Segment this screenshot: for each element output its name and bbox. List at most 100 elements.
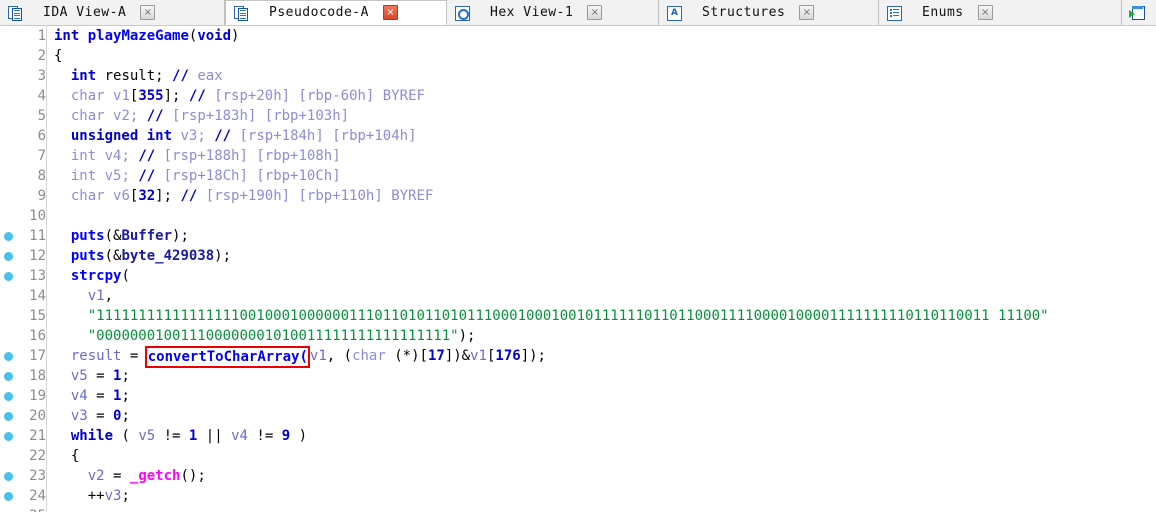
- code-text[interactable]: v5 = 1;: [46, 366, 130, 386]
- line-number: 13: [29, 268, 46, 284]
- code-text[interactable]: strcpy(: [46, 266, 130, 286]
- code-line[interactable]: 4 char v1[355]; // [rsp+20h] [rbp-60h] B…: [0, 86, 1156, 106]
- line-number: 14: [29, 288, 46, 304]
- code-line[interactable]: 7 int v4; // [rsp+188h] [rbp+108h]: [0, 146, 1156, 166]
- code-line[interactable]: 5 char v2; // [rsp+183h] [rbp+103h]: [0, 106, 1156, 126]
- line-number: 3: [37, 68, 46, 84]
- code-text[interactable]: puts(&byte_429038);: [46, 246, 231, 266]
- tab-label: Pseudocode-A: [269, 5, 369, 20]
- tab-pseudocode-a[interactable]: Pseudocode-A ×: [225, 0, 447, 25]
- tab-label: Structures: [702, 5, 786, 20]
- binary-string-2: 0000000100111000000010100111111111111111…: [96, 328, 451, 344]
- structures-icon: A: [666, 5, 682, 21]
- tab-hex-view-1[interactable]: Hex View-1 ×: [447, 0, 659, 25]
- line-number: 10: [29, 208, 46, 224]
- tab-close-button[interactable]: ×: [140, 5, 156, 20]
- code-line[interactable]: 6 unsigned int v3; // [rsp+184h] [rbp+10…: [0, 126, 1156, 146]
- code-line[interactable]: 17 result = convertToCharArray(v1, (char…: [0, 346, 1156, 368]
- line-number: 17: [29, 348, 46, 364]
- line-number: 4: [37, 88, 46, 104]
- line-number: 21: [29, 428, 46, 444]
- code-line[interactable]: 13 strcpy(: [0, 266, 1156, 286]
- code-line[interactable]: 2 {: [0, 46, 1156, 66]
- code-line[interactable]: 9 char v6[32]; // [rsp+190h] [rbp+110h] …: [0, 186, 1156, 206]
- tab-label: IDA View-A: [43, 5, 127, 20]
- view-tab-bar[interactable]: IDA View-A × Pseudocode-A × Hex View-1 ×…: [0, 0, 1156, 26]
- code-line[interactable]: 19 v4 = 1;: [0, 386, 1156, 406]
- line-number: 16: [29, 328, 46, 344]
- line-number: 11: [29, 228, 46, 244]
- line-number: 19: [29, 388, 46, 404]
- line-number: 7: [37, 148, 46, 164]
- code-line[interactable]: 11 puts(&Buffer);: [0, 226, 1156, 246]
- code-text[interactable]: puts(&Buffer);: [46, 226, 189, 246]
- code-text[interactable]: [46, 206, 62, 226]
- line-number: 8: [37, 168, 46, 184]
- line-number: 9: [37, 188, 46, 204]
- code-line[interactable]: 10: [0, 206, 1156, 226]
- exports-icon[interactable]: [1128, 5, 1145, 21]
- line-number: 24: [29, 488, 46, 504]
- code-line[interactable]: 15 "111111111111111110010001000000111011…: [0, 306, 1156, 326]
- code-line[interactable]: 18 v5 = 1;: [0, 366, 1156, 386]
- highlighted-token[interactable]: convertToCharArray(: [144, 346, 310, 368]
- code-line[interactable]: 24 ++v3;: [0, 486, 1156, 506]
- line-number: 23: [29, 468, 46, 484]
- code-text[interactable]: v3 = 0;: [46, 406, 130, 426]
- code-text[interactable]: {: [46, 446, 79, 466]
- hex-circle-icon: [454, 5, 470, 21]
- code-text[interactable]: int playMazeGame(void): [46, 26, 239, 46]
- tab-ida-view-a[interactable]: IDA View-A ×: [0, 0, 225, 25]
- tab-close-button[interactable]: ×: [382, 5, 398, 20]
- code-text[interactable]: v1,: [46, 286, 113, 306]
- line-number: 25: [16, 506, 46, 512]
- code-line[interactable]: 22 {: [0, 446, 1156, 466]
- code-text[interactable]: while ( v5 != 1 || v4 != 9 ): [46, 426, 307, 446]
- tab-label: Hex View-1: [490, 5, 574, 20]
- code-text[interactable]: char v6[32]; // [rsp+190h] [rbp+110h] BY…: [46, 186, 433, 206]
- code-text[interactable]: unsigned int v3; // [rsp+184h] [rbp+104h…: [46, 126, 417, 146]
- code-line[interactable]: 1 int playMazeGame(void): [0, 26, 1156, 46]
- tab-structures[interactable]: A Structures ×: [659, 0, 879, 25]
- code-line[interactable]: 21 while ( v5 != 1 || v4 != 9 ): [0, 426, 1156, 446]
- code-text[interactable]: {: [46, 46, 62, 66]
- binary-string-1: 1111111111111111100100010000001110110101…: [96, 308, 1041, 324]
- tab-overflow-area[interactable]: [1122, 0, 1152, 25]
- code-text[interactable]: char v1[355]; // [rsp+20h] [rbp-60h] BYR…: [46, 86, 425, 106]
- code-text[interactable]: ++v3;: [46, 486, 130, 506]
- line-number: 20: [29, 408, 46, 424]
- code-line-list: 1 int playMazeGame(void) 2 { 3 int resul…: [0, 26, 1156, 512]
- code-line[interactable]: 12 puts(&byte_429038);: [0, 246, 1156, 266]
- pseudocode-editor[interactable]: 1 int playMazeGame(void) 2 { 3 int resul…: [0, 26, 1156, 512]
- code-line[interactable]: 14 v1,: [0, 286, 1156, 306]
- code-text[interactable]: "000000010011100000001010011111111111111…: [46, 326, 476, 346]
- code-line[interactable]: 3 int result; // eax: [0, 66, 1156, 86]
- code-text[interactable]: int v4; // [rsp+188h] [rbp+108h]: [46, 146, 341, 166]
- code-text[interactable]: v2 = _getch();: [46, 466, 206, 486]
- tab-close-button[interactable]: ×: [977, 5, 993, 20]
- code-text[interactable]: "111111111111111110010001000000111011010…: [46, 306, 1049, 326]
- line-number: 1: [37, 28, 46, 44]
- code-line[interactable]: 23 v2 = _getch();: [0, 466, 1156, 486]
- code-line[interactable]: 8 int v5; // [rsp+18Ch] [rbp+10Ch]: [0, 166, 1156, 186]
- line-number: 2: [37, 48, 46, 64]
- line-number: 18: [29, 368, 46, 384]
- line-number: 22: [29, 448, 46, 464]
- code-line[interactable]: 20 v3 = 0;: [0, 406, 1156, 426]
- code-text[interactable]: result = convertToCharArray(v1, (char (*…: [46, 346, 546, 368]
- code-text[interactable]: [46, 506, 62, 512]
- enums-icon: [886, 5, 902, 21]
- tab-close-button[interactable]: ×: [587, 5, 603, 20]
- tab-enums[interactable]: Enums ×: [879, 0, 1122, 25]
- document-icon: [7, 5, 23, 21]
- code-text[interactable]: v4 = 1;: [46, 386, 130, 406]
- tab-close-button[interactable]: ×: [799, 5, 815, 20]
- code-text[interactable]: int v5; // [rsp+18Ch] [rbp+10Ch]: [46, 166, 341, 186]
- line-number: 12: [29, 248, 46, 264]
- code-text[interactable]: char v2; // [rsp+183h] [rbp+103h]: [46, 106, 349, 126]
- tab-label: Enums: [922, 5, 964, 20]
- code-line[interactable]: 25: [0, 506, 1156, 512]
- document-icon: [233, 5, 249, 21]
- code-line[interactable]: 16 "000000010011100000001010011111111111…: [0, 326, 1156, 346]
- code-text[interactable]: int result; // eax: [46, 66, 223, 86]
